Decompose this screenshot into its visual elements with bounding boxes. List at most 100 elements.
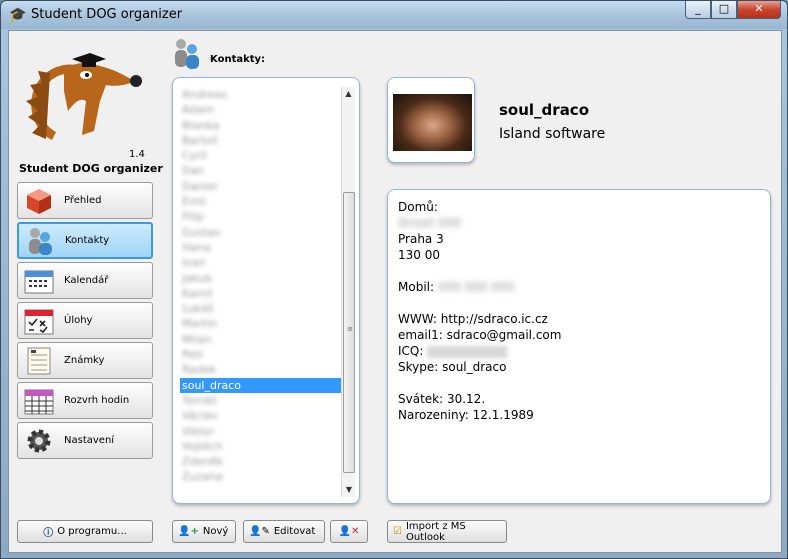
list-item[interactable]: Kamil xyxy=(180,286,341,301)
list-item[interactable]: Václav xyxy=(180,408,341,423)
list-scrollbar[interactable]: ▲ ≡ ▼ xyxy=(341,87,355,497)
profile-name: soul_draco xyxy=(499,101,590,119)
cube-icon xyxy=(24,187,54,215)
street: Street 000 xyxy=(398,216,462,230)
gear-icon xyxy=(24,427,54,455)
sidebar-nav: Přehled Kontakty Kalendář Úlohy Známky R… xyxy=(17,182,153,462)
list-item[interactable]: Hana xyxy=(180,240,341,255)
list-item[interactable]: Radek xyxy=(180,362,341,377)
title-bar[interactable]: 🎓 Student DOG organizer _ □ ✕ xyxy=(1,1,787,29)
mobile-row: Mobil: 000 000 000 xyxy=(398,280,514,294)
delete-contact-button[interactable]: 👤✕ xyxy=(330,520,368,543)
calendar-icon xyxy=(24,267,54,295)
list-item[interactable]: Blanka xyxy=(180,118,341,133)
maximize-button[interactable]: □ xyxy=(711,1,737,19)
list-item[interactable]: Vojtěch xyxy=(180,439,341,454)
dog-logo xyxy=(26,53,142,141)
www[interactable]: WWW: http://sdraco.ic.cz xyxy=(398,312,548,326)
home-label: Domů: xyxy=(398,200,438,214)
scroll-up-icon[interactable]: ▲ xyxy=(342,87,355,101)
list-item[interactable]: Cyril xyxy=(180,148,341,163)
narozeniny: Narozeniny: 12.1.1989 xyxy=(398,408,534,422)
profile-photo xyxy=(393,94,472,151)
timetable-icon xyxy=(24,387,54,415)
nav-label: Kalendář xyxy=(64,275,109,286)
list-item[interactable]: Dan xyxy=(180,163,341,178)
nav-item-znamky[interactable]: Známky xyxy=(17,342,153,379)
close-button[interactable]: ✕ xyxy=(737,1,781,19)
graduation-cap-icon: 🎓 xyxy=(9,7,27,23)
list-item[interactable]: soul_draco xyxy=(180,377,341,393)
contacts-header-icon xyxy=(175,39,199,69)
list-item[interactable]: Emil xyxy=(180,194,341,209)
nav-label: Přehled xyxy=(64,195,102,206)
contacts-list[interactable]: Andreas Adam Blanka Bartoš Cyril Dan Daniel Emi… xyxy=(180,87,341,497)
list-item[interactable]: Andreas xyxy=(180,87,341,102)
edit-user-icon: 👤✎ xyxy=(249,526,270,537)
icq-value-redacted xyxy=(427,345,508,358)
window-title: Student DOG organizer xyxy=(31,7,183,22)
contacts-icon xyxy=(25,227,55,255)
delete-user-icon: 👤✕ xyxy=(338,526,360,537)
nav-item-nastaveni[interactable]: Nastavení xyxy=(17,422,153,459)
nav-item-ulohy[interactable]: Úlohy xyxy=(17,302,153,339)
grades-icon xyxy=(24,347,54,375)
list-item[interactable]: Martin xyxy=(180,316,341,331)
minimize-button[interactable]: _ xyxy=(685,1,711,19)
nav-label: Rozvrh hodin xyxy=(64,395,130,406)
tasks-icon xyxy=(24,307,54,335)
edit-contact-button[interactable]: 👤✎ Editovat xyxy=(243,520,325,543)
list-item[interactable]: Ivan xyxy=(180,255,341,270)
mobile-value: 000 000 000 xyxy=(437,280,515,294)
about-button[interactable]: ⓘ O programu... xyxy=(17,520,153,543)
nav-item-prehled[interactable]: Přehled xyxy=(17,182,153,219)
grip-icon: ≡ xyxy=(347,325,353,333)
app-version: 1.4 xyxy=(129,149,145,160)
icq-row: ICQ: xyxy=(398,344,508,358)
nav-label: Úlohy xyxy=(64,315,93,326)
contact-details: Domů: Street 000 Praha 3 130 00 Mobil: 0… xyxy=(387,189,771,504)
list-item[interactable]: Jakub xyxy=(180,271,341,286)
list-item[interactable]: Daniel xyxy=(180,179,341,194)
scrollbar-thumb[interactable]: ≡ xyxy=(343,192,355,473)
list-item[interactable]: Milan xyxy=(180,332,341,347)
list-item[interactable]: Petr xyxy=(180,347,341,362)
nav-label: Nastavení xyxy=(64,435,115,446)
nav-label: Kontakty xyxy=(65,235,110,246)
zip: 130 00 xyxy=(398,248,440,262)
list-item[interactable]: Lukáš xyxy=(180,301,341,316)
city: Praha 3 xyxy=(398,232,444,246)
svatek: Svátek: 30.12. xyxy=(398,392,486,406)
about-label: O programu... xyxy=(57,526,127,537)
list-item[interactable]: Adam xyxy=(180,102,341,117)
list-item[interactable]: Viktor xyxy=(180,424,341,439)
profile-photo-frame xyxy=(387,77,475,163)
icq-label: ICQ: xyxy=(398,344,424,358)
list-item[interactable]: Zuzana xyxy=(180,469,341,484)
new-label: Nový xyxy=(202,526,229,537)
list-item[interactable]: Gustav xyxy=(180,225,341,240)
import-outlook-button[interactable]: ☑ Import z MS Outlook xyxy=(387,520,507,543)
list-item[interactable]: Bartoš xyxy=(180,133,341,148)
outlook-icon: ☑ xyxy=(393,526,402,537)
email[interactable]: email1: sdraco@gmail.com xyxy=(398,328,561,342)
mobile-label: Mobil: xyxy=(398,280,435,294)
skype: Skype: soul_draco xyxy=(398,360,507,374)
nav-item-kontakty[interactable]: Kontakty xyxy=(17,222,153,259)
list-item[interactable]: Filip xyxy=(180,209,341,224)
list-item[interactable]: Zdeněk xyxy=(180,454,341,469)
client-area: 1.4 Student DOG organizer Přehled Kontak… xyxy=(8,30,782,553)
import-label: Import z MS Outlook xyxy=(405,520,466,543)
list-item[interactable]: Tomáš xyxy=(180,393,341,408)
nav-item-rozvrh-hodin[interactable]: Rozvrh hodin xyxy=(17,382,153,419)
info-icon: ⓘ xyxy=(43,528,54,539)
edit-label: Editovat xyxy=(273,526,316,537)
contacts-title: Kontakty: xyxy=(210,54,266,65)
scroll-down-icon[interactable]: ▼ xyxy=(342,483,356,497)
new-contact-button[interactable]: 👤+ Nový xyxy=(172,520,236,543)
nav-item-kalendar[interactable]: Kalendář xyxy=(17,262,153,299)
add-user-icon: 👤+ xyxy=(178,526,199,537)
app-window: 🎓 Student DOG organizer _ □ ✕ 1.4 Studen… xyxy=(0,0,788,559)
nav-label: Známky xyxy=(64,355,105,366)
contacts-list-panel: Andreas Adam Blanka Bartoš Cyril Dan Daniel Emi… xyxy=(172,77,360,504)
